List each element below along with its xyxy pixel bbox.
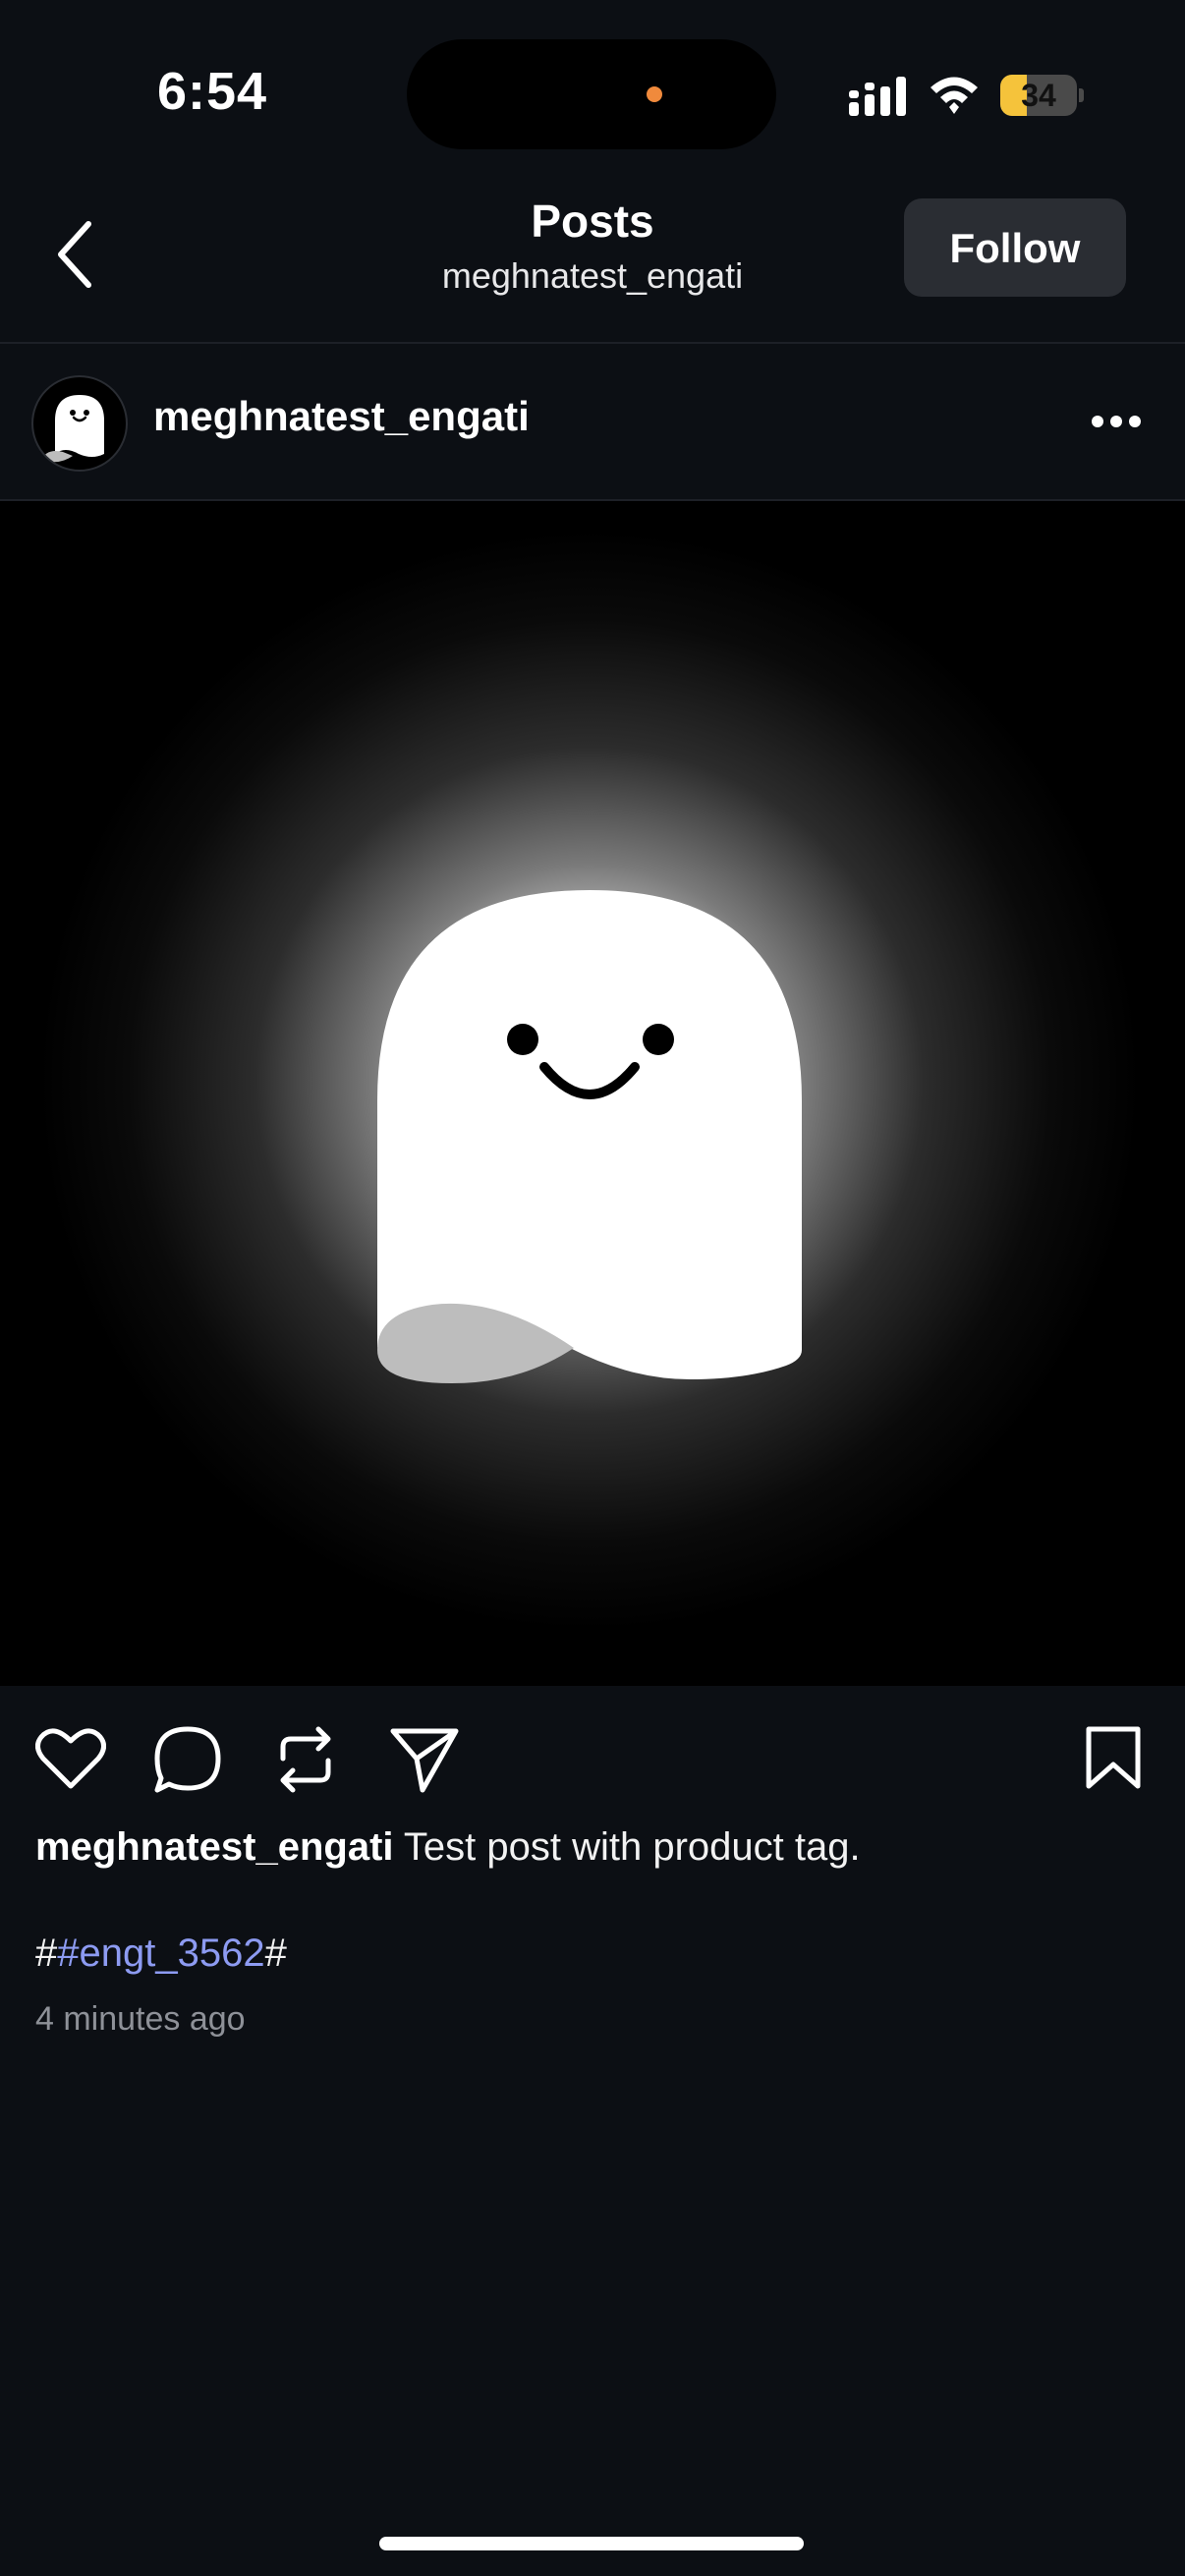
post-header: meghnatest_engati xyxy=(0,344,1185,499)
share-icon[interactable] xyxy=(389,1725,460,1794)
camera-indicator-dot xyxy=(647,86,662,102)
bookmark-icon[interactable] xyxy=(1085,1725,1142,1790)
signal-icon xyxy=(849,77,906,116)
top-navigation-bar: Posts meghnatest_engati Follow xyxy=(0,187,1185,342)
post-caption: meghnatest_engati Test post with product… xyxy=(35,1825,861,1870)
status-bar: 6:54 34 xyxy=(0,0,1185,187)
caption-username[interactable]: meghnatest_engati xyxy=(35,1825,394,1869)
wifi-icon xyxy=(931,77,978,114)
post-image[interactable] xyxy=(0,501,1185,1686)
follow-button[interactable]: Follow xyxy=(904,198,1126,297)
post-timestamp: 4 minutes ago xyxy=(35,2000,246,2038)
hashtag-prefix: # xyxy=(35,1932,58,1975)
battery-nub xyxy=(1079,88,1084,102)
battery-level: 34 xyxy=(1021,78,1056,113)
ghost-avatar xyxy=(377,890,802,1383)
hashtag-link[interactable]: #engt_3562 xyxy=(57,1932,264,1975)
comment-icon[interactable] xyxy=(153,1725,222,1794)
dynamic-island xyxy=(407,39,776,149)
caption-text: Test post with product tag. xyxy=(393,1825,861,1869)
battery-icon: 34 xyxy=(1000,75,1077,116)
ghost-avatar-icon xyxy=(41,395,104,463)
ellipsis-icon[interactable] xyxy=(1091,415,1142,428)
status-time: 6:54 xyxy=(157,62,268,121)
hashtag-suffix: # xyxy=(264,1932,287,1975)
heart-icon[interactable] xyxy=(35,1725,106,1790)
avatar[interactable] xyxy=(31,375,128,472)
repost-icon[interactable] xyxy=(273,1725,338,1794)
home-indicator[interactable] xyxy=(379,2537,804,2550)
post-action-bar xyxy=(0,1686,1185,1823)
post-username[interactable]: meghnatest_engati xyxy=(153,393,530,440)
hashtag-line: ##engt_3562# xyxy=(35,1932,287,1976)
